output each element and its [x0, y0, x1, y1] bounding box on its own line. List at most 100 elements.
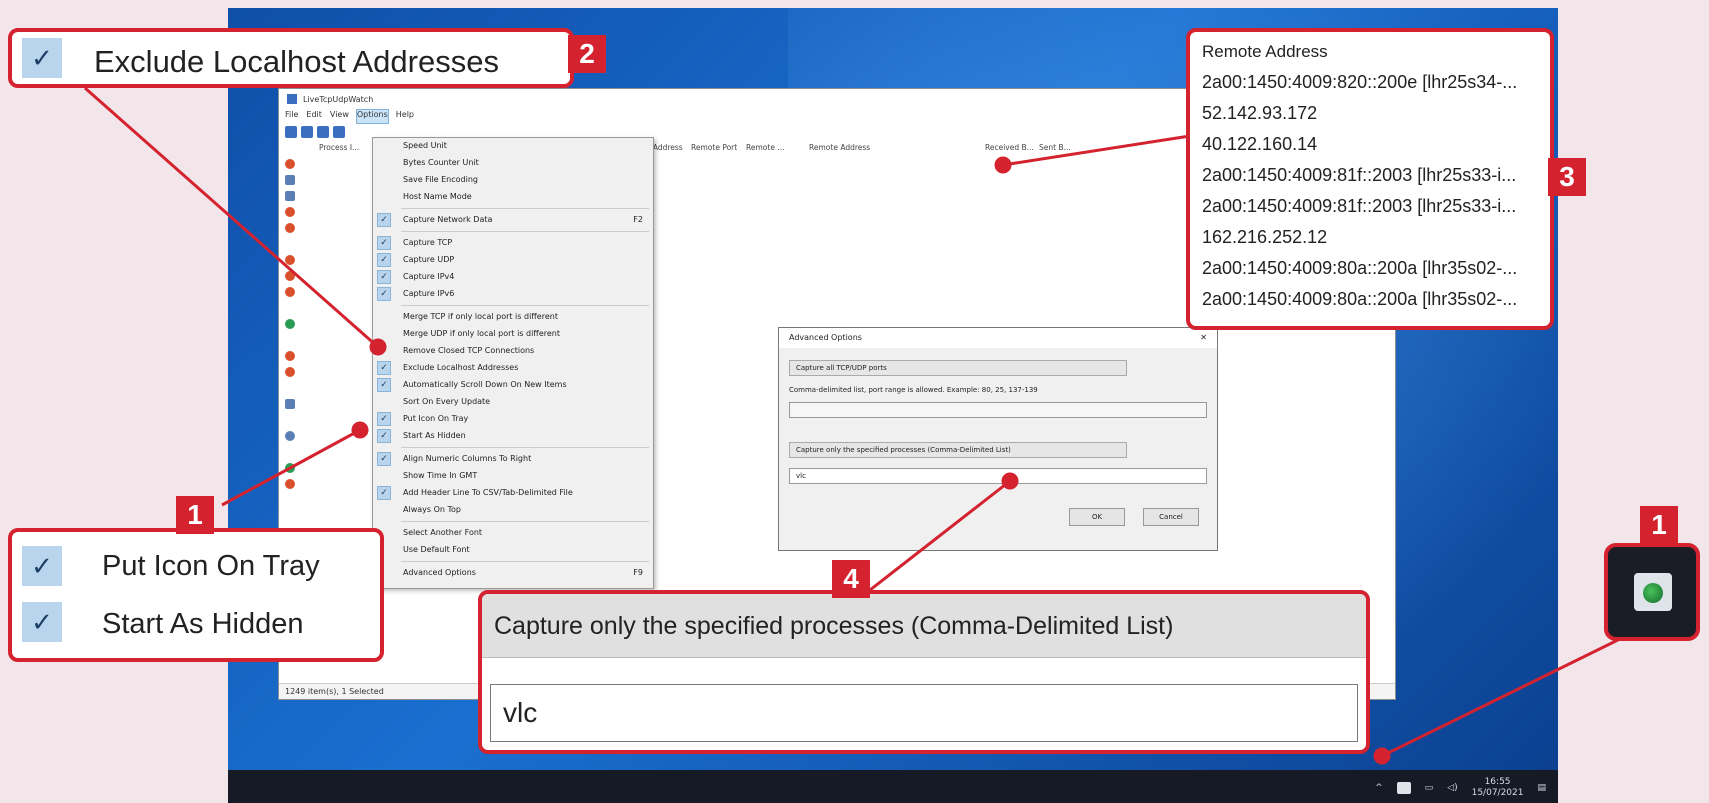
- column-header[interactable]: Received B...: [985, 143, 1034, 157]
- menu-item-label: Speed Unit: [403, 141, 447, 150]
- column-header[interactable]: Process I...: [319, 143, 359, 157]
- ports-select[interactable]: Capture all TCP/UDP ports: [789, 360, 1127, 376]
- chrome-icon: [285, 271, 295, 281]
- callout-header: Remote Address: [1202, 42, 1328, 61]
- close-icon[interactable]: ✕: [1200, 333, 1207, 343]
- tray-app-icon[interactable]: [1396, 782, 1411, 794]
- options-menu-item[interactable]: Capture UDP: [403, 252, 647, 268]
- callout-remote-address: Remote Address 2a00:1450:4009:820::200e …: [1186, 28, 1554, 330]
- options-menu-item[interactable]: Remove Closed TCP Connections: [403, 343, 647, 359]
- column-header[interactable]: Remote Address: [809, 143, 870, 157]
- options-menu-item[interactable]: Host Name Mode: [403, 189, 647, 205]
- chrome-icon: [285, 479, 295, 489]
- process-select[interactable]: Capture only the specified processes (Co…: [789, 442, 1127, 458]
- options-menu-item[interactable]: Bytes Counter Unit: [403, 155, 647, 171]
- callout-tray-options: ✓ Put Icon On Tray ✓ Start As Hidden: [8, 528, 384, 662]
- app-icon: [287, 94, 297, 104]
- menu-item-label: Always On Top: [403, 505, 461, 514]
- menu-check-icon: ✓: [377, 452, 391, 466]
- copy-icon[interactable]: [301, 126, 313, 138]
- save-icon[interactable]: [285, 126, 297, 138]
- menu-item-label: Add Header Line To CSV/Tab-Delimited Fil…: [403, 488, 573, 497]
- dialog-titlebar: Advanced Options ✕: [779, 328, 1217, 348]
- menu-check-icon: ✓: [377, 213, 391, 227]
- chrome-icon: [285, 367, 295, 377]
- options-menu-item[interactable]: Start As Hidden: [403, 428, 647, 444]
- options-menu-item[interactable]: Capture IPv4: [403, 269, 647, 285]
- ok-button[interactable]: OK: [1069, 508, 1125, 526]
- ports-field[interactable]: [789, 402, 1207, 418]
- menu-check-icon: ✓: [377, 378, 391, 392]
- menu-check-icon: ✓: [377, 287, 391, 301]
- options-menu-item[interactable]: Merge UDP if only local port is differen…: [403, 326, 647, 342]
- menu-item-label: Put Icon On Tray: [403, 414, 469, 423]
- callout-number-badge: 1: [1640, 506, 1678, 544]
- clock-date: 15/07/2021: [1471, 788, 1524, 798]
- advanced-options-dialog: Advanced Options ✕ Capture all TCP/UDP p…: [778, 327, 1218, 551]
- options-menu-item[interactable]: Add Header Line To CSV/Tab-Delimited Fil…: [403, 485, 647, 501]
- check-icon: ✓: [22, 602, 62, 642]
- menu-item-label: Merge TCP if only local port is differen…: [403, 312, 558, 321]
- menu-item-label: Sort On Every Update: [403, 397, 491, 406]
- cancel-button[interactable]: Cancel: [1143, 508, 1199, 526]
- menu-item-label: Bytes Counter Unit: [403, 158, 479, 167]
- properties-icon[interactable]: [317, 126, 329, 138]
- options-menu-item[interactable]: Advanced Options F9: [403, 565, 647, 581]
- menu-check-icon: ✓: [377, 361, 391, 375]
- column-header[interactable]: Sent B...: [1039, 143, 1071, 157]
- options-menu-item[interactable]: Sort On Every Update: [403, 394, 647, 410]
- clock[interactable]: 16:55 15/07/2021: [1472, 777, 1524, 799]
- menu-item-label: Use Default Font: [403, 545, 470, 554]
- volume-icon[interactable]: ◁): [1447, 783, 1457, 793]
- menu-help[interactable]: Help: [396, 110, 414, 123]
- options-menu-item[interactable]: Speed Unit: [403, 138, 647, 154]
- menu-item-label: Exclude Localhost Addresses: [403, 363, 519, 372]
- options-menu-item[interactable]: Exclude Localhost Addresses: [403, 360, 647, 376]
- chrome-icon: [285, 207, 295, 217]
- menu-check-icon: ✓: [377, 270, 391, 284]
- options-menu-item[interactable]: Select Another Font: [403, 525, 647, 541]
- options-menu-item[interactable]: Align Numeric Columns To Right: [403, 451, 647, 467]
- process-field[interactable]: vlc: [789, 468, 1207, 484]
- options-menu-item[interactable]: Save File Encoding: [403, 172, 647, 188]
- menu-check-icon: ✓: [377, 412, 391, 426]
- options-menu-item[interactable]: Capture TCP: [403, 235, 647, 251]
- column-header[interactable]: Remote Port: [691, 143, 737, 157]
- options-menu-item[interactable]: Capture IPv6: [403, 286, 647, 302]
- menu-item-shortcut: F2: [633, 215, 643, 224]
- options-menu-item[interactable]: Put Icon On Tray: [403, 411, 647, 427]
- clock-time: 16:55: [1484, 777, 1511, 787]
- system-tray: ^ ▭ ◁) 16:55 15/07/2021 ▤: [1375, 777, 1546, 799]
- options-menu-item[interactable]: Capture Network Data F2: [403, 212, 647, 228]
- menu-separator: [401, 521, 649, 522]
- menu-separator: [401, 231, 649, 232]
- menu-file[interactable]: File: [285, 110, 298, 123]
- callout-number-badge: 2: [568, 35, 606, 73]
- menu-edit[interactable]: Edit: [306, 110, 322, 123]
- menu-separator: [401, 447, 649, 448]
- menu-view[interactable]: View: [330, 110, 349, 123]
- html-report-icon[interactable]: [333, 126, 345, 138]
- remote-address-row: 2a00:1450:4009:80a::200a [lhr35s02-...: [1202, 289, 1518, 309]
- options-menu-item[interactable]: Merge TCP if only local port is differen…: [403, 309, 647, 325]
- options-menu-item[interactable]: Always On Top: [403, 502, 647, 518]
- process-icon: [285, 175, 295, 185]
- menu-item-label: Capture TCP: [403, 238, 453, 247]
- menu-item-label: Host Name Mode: [403, 192, 472, 201]
- tray-chevron-icon[interactable]: ^: [1375, 783, 1383, 793]
- notifications-icon[interactable]: ▤: [1537, 783, 1546, 793]
- menu-item-label: Merge UDP if only local port is differen…: [403, 329, 560, 338]
- options-menu-item[interactable]: Show Time In GMT: [403, 468, 647, 484]
- menu-item-label: Start As Hidden: [403, 431, 466, 440]
- options-menu-item[interactable]: Automatically Scroll Down On New Items: [403, 377, 647, 393]
- chrome-icon: [285, 223, 295, 233]
- remote-address-row: 2a00:1450:4009:80a::200a [lhr35s02-...: [1202, 258, 1518, 278]
- callout-header: Capture only the specified processes (Co…: [482, 594, 1366, 658]
- menu-check-icon: ✓: [377, 429, 391, 443]
- network-icon[interactable]: ▭: [1425, 783, 1434, 793]
- menu-options[interactable]: Options: [355, 109, 389, 124]
- menu-check-icon: ✓: [377, 253, 391, 267]
- options-menu-item[interactable]: Use Default Font: [403, 542, 647, 558]
- process-icon: [285, 463, 295, 473]
- column-header[interactable]: Remote ...: [746, 143, 784, 157]
